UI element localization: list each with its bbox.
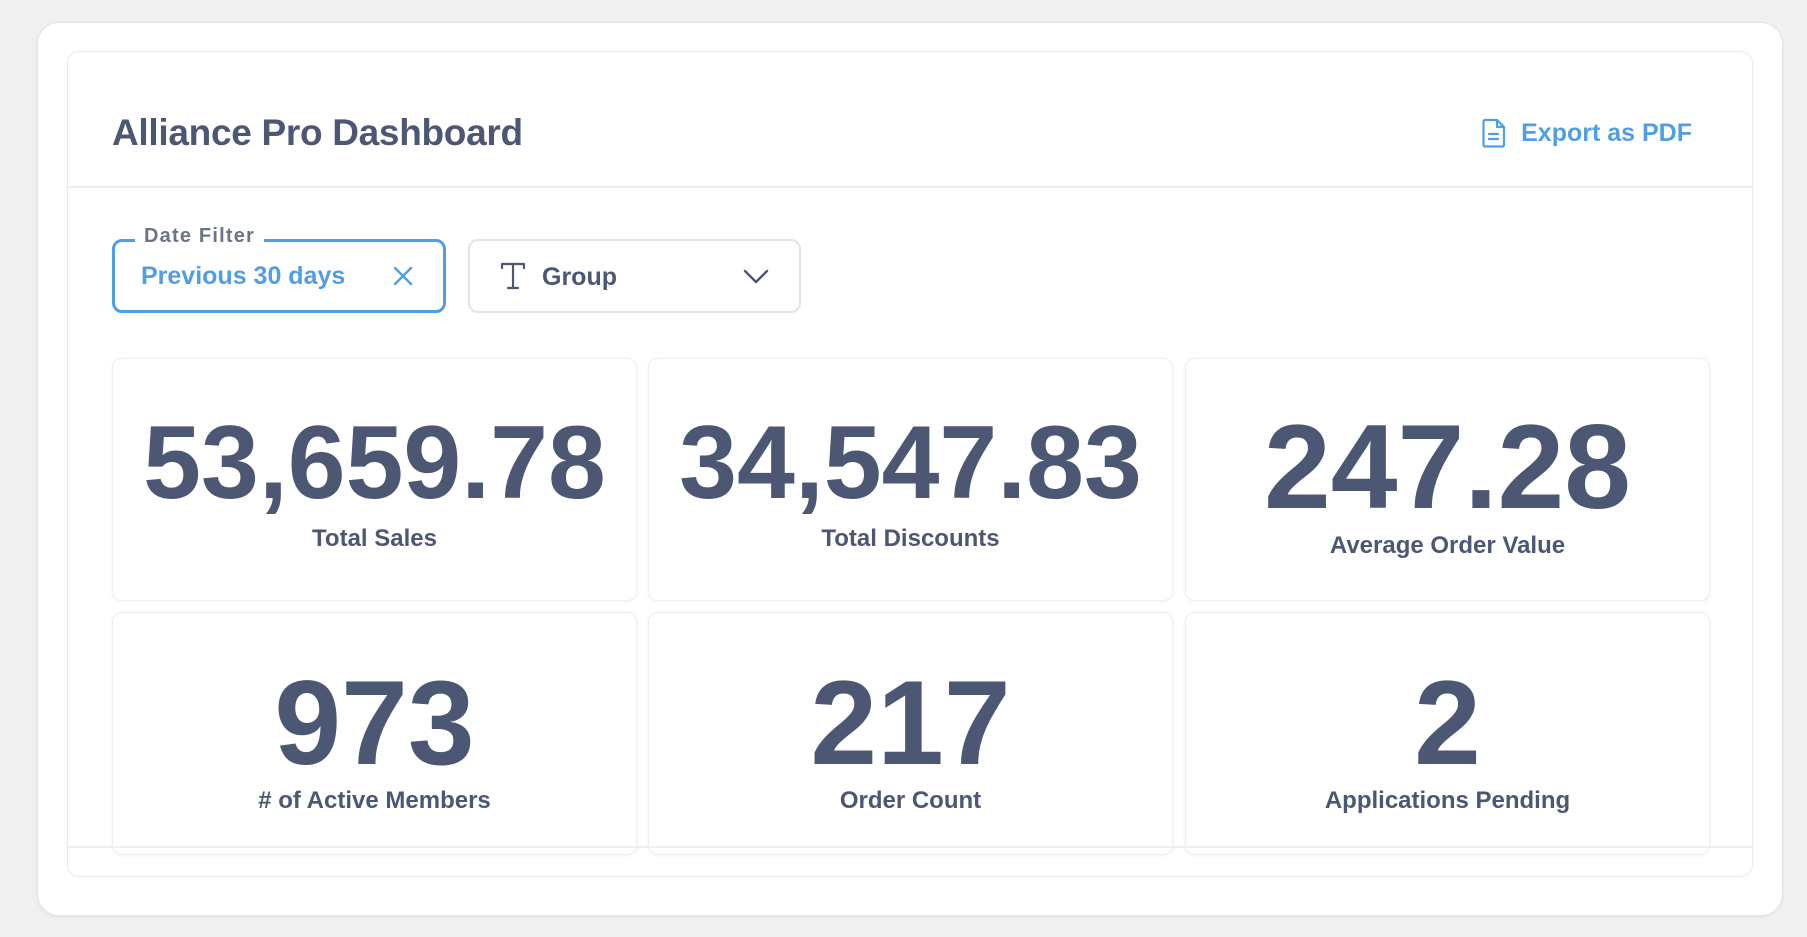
filter-bar: Date Filter Previous 30 days Group xyxy=(112,217,1712,317)
metric-label: # of Active Members xyxy=(258,787,491,814)
metric-label: Order Count xyxy=(839,787,982,814)
metric-value: 973 xyxy=(274,656,475,790)
document-icon xyxy=(1482,118,1506,148)
metric-card-average-order-value[interactable]: 247.28 Average Order Value xyxy=(1185,358,1710,601)
metric-value: 53,659.78 xyxy=(143,405,606,521)
dashboard-header: Alliance Pro Dashboard Export as PDF xyxy=(68,52,1752,188)
group-filter-label: Group xyxy=(542,263,617,291)
metric-label: Total Sales xyxy=(312,525,437,552)
metric-card-total-discounts[interactable]: 34,547.83 Total Discounts xyxy=(648,358,1173,601)
dashboard-panel: Alliance Pro Dashboard Export as PDF Dat… xyxy=(67,51,1753,877)
dashboard-container: Alliance Pro Dashboard Export as PDF Dat… xyxy=(37,22,1783,916)
date-filter-value: Previous 30 days xyxy=(141,262,346,290)
date-filter-legend: Date Filter xyxy=(135,225,265,248)
metric-card-total-sales[interactable]: 53,659.78 Total Sales xyxy=(112,358,637,601)
group-filter-widget[interactable]: Group xyxy=(468,239,801,313)
page-title: Alliance Pro Dashboard xyxy=(112,112,523,153)
text-type-icon xyxy=(500,262,526,290)
metric-value: 2 xyxy=(1414,656,1481,790)
close-icon[interactable] xyxy=(391,264,415,288)
export-pdf-label: Export as PDF xyxy=(1521,118,1692,147)
metric-label: Total Discounts xyxy=(821,525,1000,552)
metric-label: Applications Pending xyxy=(1324,787,1571,814)
export-pdf-button[interactable]: Export as PDF xyxy=(1481,118,1692,148)
metric-card-active-members[interactable]: 973 # of Active Members xyxy=(112,612,637,855)
chevron-down-icon xyxy=(743,269,769,284)
metric-value: 247.28 xyxy=(1263,400,1632,534)
metric-label: Average Order Value xyxy=(1329,532,1566,559)
metric-value: 34,547.83 xyxy=(679,405,1142,521)
metric-card-applications-pending[interactable]: 2 Applications Pending xyxy=(1185,612,1710,855)
footer-divider xyxy=(68,846,1752,848)
metric-value: 217 xyxy=(810,656,1011,790)
metric-card-order-count[interactable]: 217 Order Count xyxy=(648,612,1173,855)
date-filter-widget[interactable]: Date Filter Previous 30 days xyxy=(112,225,446,313)
